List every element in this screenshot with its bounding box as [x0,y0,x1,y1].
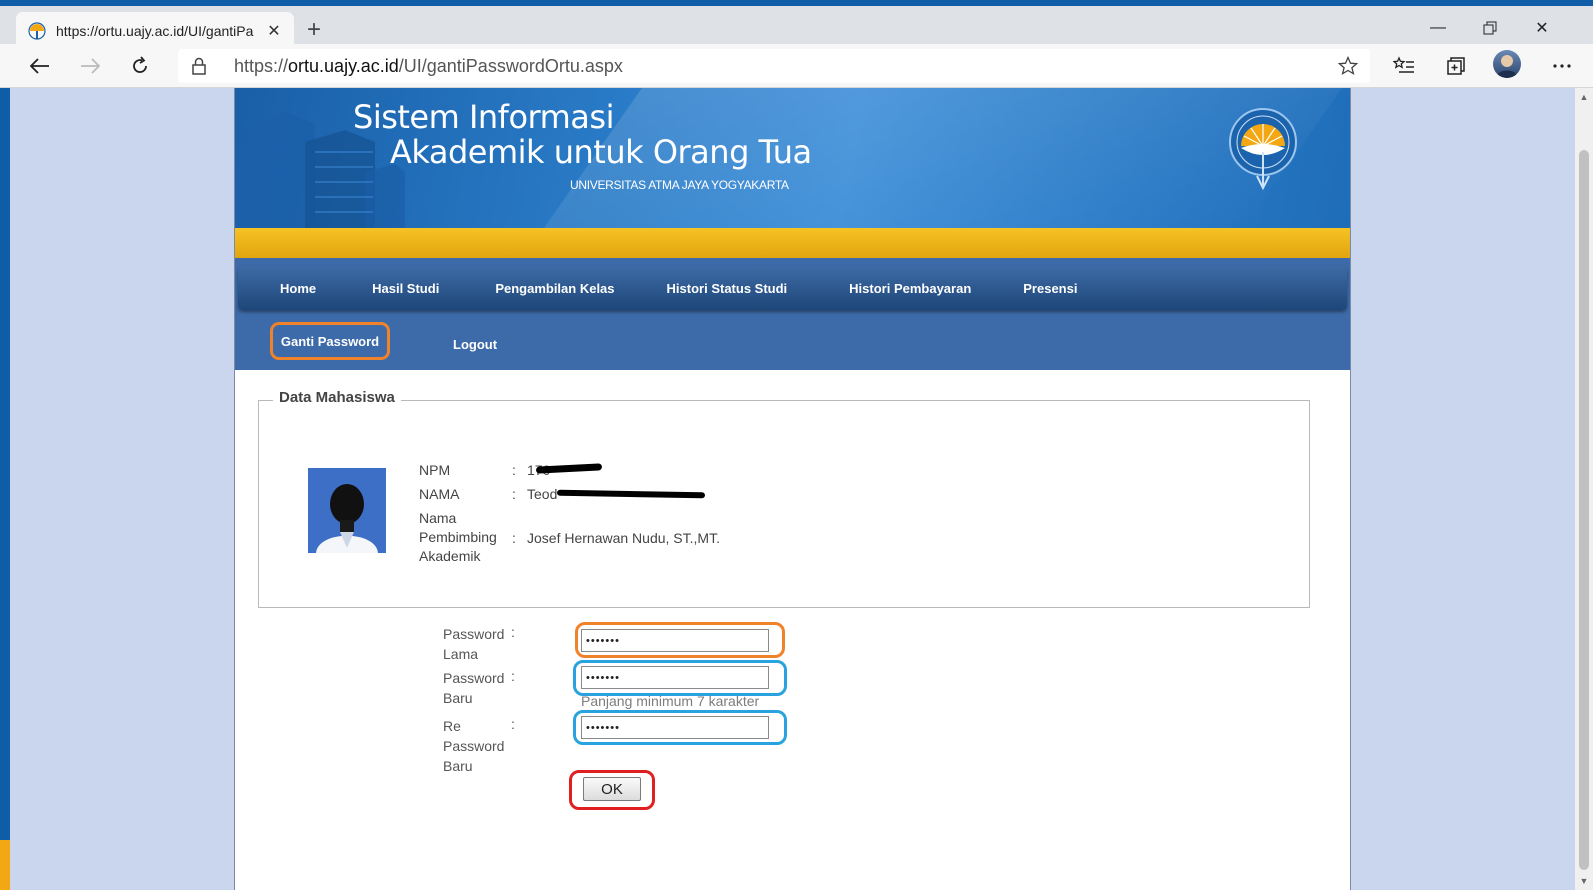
main-content: Data Mahasiswa NPM : 170 NAMA : Teod [235,370,1350,890]
forward-icon[interactable] [74,51,106,81]
scroll-up-icon[interactable]: ▲ [1579,92,1589,102]
lock-icon [192,57,212,75]
old-password-label-1: Password [443,626,505,642]
tab-close-icon[interactable]: ✕ [264,21,284,41]
desktop-edge [0,88,10,890]
profile-avatar-icon[interactable] [1493,50,1521,78]
pembimbing-value: Josef Hernawan Nudu, ST.,MT. [527,530,720,546]
minimize-icon[interactable]: — [1415,12,1461,44]
collections-icon[interactable] [1440,51,1472,81]
npm-colon: : [512,462,516,478]
new-password-label-1: Password [443,670,505,686]
favorites-list-icon[interactable] [1388,51,1420,81]
old-password-colon: : [511,624,515,640]
nav-histori-status-studi[interactable]: Histori Status Studi [637,281,810,296]
browser-toolbar: https://ortu.uajy.ac.id/UI/gantiPassword… [0,44,1593,88]
restore-icon[interactable] [1467,12,1513,44]
nama-redaction [556,489,706,499]
nav-logout[interactable]: Logout [443,337,507,352]
nav-presensi[interactable]: Presensi [993,281,1099,296]
re-password-label-2: Password [443,738,505,754]
tab-title: https://ortu.uajy.ac.id/UI/gantiPa [56,23,254,39]
close-window-icon[interactable]: ✕ [1519,12,1565,44]
re-password-input[interactable] [581,716,769,739]
new-tab-icon[interactable]: + [300,16,328,44]
new-password-label-2: Baru [443,690,473,706]
nav-pengambilan-kelas[interactable]: Pengambilan Kelas [461,281,636,296]
reload-icon[interactable] [124,51,156,81]
scroll-down-icon[interactable]: ▼ [1579,876,1589,886]
new-password-input[interactable] [581,666,769,689]
pembimbing-label-3: Akademik [419,548,481,564]
browser-chrome: https://ortu.uajy.ac.id/UI/gantiPa ✕ + —… [0,0,1593,88]
nav-bar: Home Hasil Studi Pengambilan Kelas Histo… [238,266,1347,310]
re-password-colon: : [511,716,515,732]
page-viewport: Sistem Informasi Akademik untuk Orang Tu… [10,88,1575,890]
header-accent-bar [235,228,1350,258]
site-header-banner: Sistem Informasi Akademik untuk Orang Tu… [235,88,1350,228]
new-password-colon: : [511,668,515,684]
nama-label: NAMA [419,486,460,502]
more-menu-icon[interactable] [1546,51,1578,81]
re-password-label-1: Re [443,718,461,734]
main-navigation: Home Hasil Studi Pengambilan Kelas Histo… [235,258,1350,370]
page-container: Sistem Informasi Akademik untuk Orang Tu… [234,88,1351,890]
ok-button[interactable]: OK [583,777,641,801]
fieldset-legend: Data Mahasiswa [273,389,401,406]
student-photo [308,468,386,553]
university-logo-icon [1229,108,1297,190]
back-icon[interactable] [24,51,56,81]
nama-value: Teod [527,486,558,502]
site-title-line1: Sistem Informasi [353,98,614,136]
old-password-input[interactable] [581,629,769,652]
favorite-star-icon[interactable] [1337,55,1359,81]
scrollbar[interactable]: ▲ ▼ [1575,88,1593,890]
scrollbar-thumb[interactable] [1579,150,1589,870]
nav-histori-pembayaran[interactable]: Histori Pembayaran [809,281,993,296]
nav-hasil-studi[interactable]: Hasil Studi [338,281,461,296]
url-text: https://ortu.uajy.ac.id/UI/gantiPassword… [234,55,623,76]
pembimbing-label-2: Pembimbing [419,529,497,545]
pembimbing-colon: : [512,530,516,546]
favicon-icon [28,22,46,40]
pembimbing-label-1: Nama [419,510,457,526]
npm-label: NPM [419,462,451,478]
address-bar[interactable]: https://ortu.uajy.ac.id/UI/gantiPassword… [178,49,1370,83]
nav-home[interactable]: Home [258,281,338,296]
nav-ganti-password[interactable]: Ganti Password [271,334,389,349]
student-data-fieldset: Data Mahasiswa NPM : 170 NAMA : Teod [258,389,1310,608]
highlight-ring-ganti-password: Ganti Password [270,322,390,360]
re-password-label-3: Baru [443,758,473,774]
tab-strip: https://ortu.uajy.ac.id/UI/gantiPa ✕ + —… [0,0,1593,50]
university-name: UNIVERSITAS ATMA JAYA YOGYAKARTA [570,178,789,192]
nama-colon: : [512,486,516,502]
old-password-label-2: Lama [443,646,479,662]
site-title-line2: Akademik untuk Orang Tua [390,133,812,171]
